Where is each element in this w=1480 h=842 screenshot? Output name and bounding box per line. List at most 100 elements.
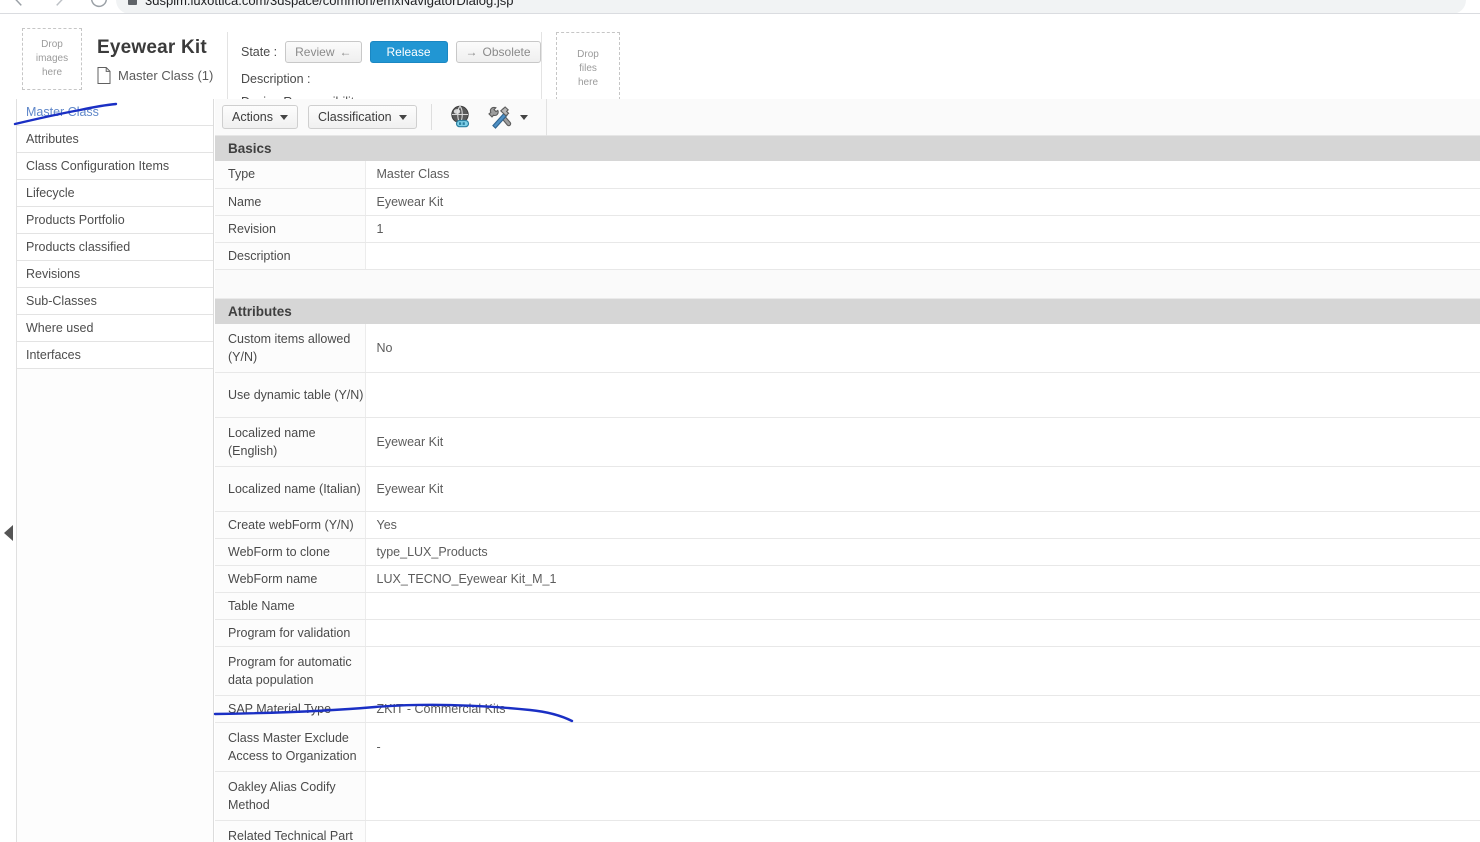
attributes-table: Custom items allowed (Y/N) No Use dynami… — [215, 323, 1480, 842]
row-label: Program for automatic data population — [215, 646, 366, 696]
state-button-release[interactable]: Release — [369, 41, 448, 63]
reload-icon[interactable] — [88, 0, 110, 10]
document-icon — [97, 67, 111, 84]
sidebar-item-label: Master Class — [26, 105, 99, 119]
actions-menu-button[interactable]: Actions — [222, 105, 298, 129]
sidebar-item-label: Interfaces — [26, 348, 81, 362]
sidebar-item-lifecycle[interactable]: Lifecycle — [17, 180, 213, 207]
basics-spacer-row — [215, 269, 1480, 299]
forward-icon[interactable] — [48, 0, 70, 10]
table-row: WebForm name LUX_TECNO_Eyewear Kit_M_1 — [215, 565, 1480, 593]
object-type-label: Master Class (1) — [118, 68, 214, 83]
toolbar-divider — [430, 104, 432, 130]
row-label: Related Technical Part Families — [215, 820, 366, 842]
row-label: Revision — [215, 215, 366, 243]
sidebar-item-products-classified[interactable]: Products classified — [17, 234, 213, 261]
object-type-line: Master Class (1) — [97, 67, 213, 84]
sidebar-collapse-handle[interactable] — [2, 523, 14, 543]
description-label: Description : — [241, 72, 311, 86]
row-value: LUX_TECNO_Eyewear Kit_M_1 — [365, 565, 1480, 593]
content-pane: Actions Classification Basics Type Maste… — [215, 98, 1480, 842]
sidebar-item-products-portfolio[interactable]: Products Portfolio — [17, 207, 213, 234]
table-row: WebForm to clone type_LUX_Products — [215, 538, 1480, 566]
section-header-attributes: Attributes — [215, 298, 1480, 324]
page-title: Eyewear Kit — [97, 37, 207, 58]
collapse-left-icon — [3, 525, 13, 541]
row-label: Table Name — [215, 592, 366, 620]
sidebar-item-label: Products Portfolio — [26, 213, 125, 227]
row-label: SAP Material Type — [215, 695, 366, 723]
row-value — [365, 372, 1480, 418]
sidebar-item-where-used[interactable]: Where used — [17, 315, 213, 342]
row-label: Use dynamic table (Y/N) — [215, 372, 366, 418]
row-label: Localized name (Italian) — [215, 466, 366, 512]
row-label: Class Master Exclude Access to Organizat… — [215, 722, 366, 772]
site-info-icon[interactable] — [128, 0, 137, 5]
sidebar-item-attributes[interactable]: Attributes — [17, 126, 213, 153]
header-divider-2 — [541, 32, 542, 106]
sidebar-item-class-configuration-items[interactable]: Class Configuration Items — [17, 153, 213, 180]
table-row: Related Technical Part Families — [215, 820, 1480, 842]
table-row: Class Master Exclude Access to Organizat… — [215, 722, 1480, 772]
sidebar: Master Class Attributes Class Configurat… — [16, 99, 214, 842]
row-label: WebForm name — [215, 565, 366, 593]
chevron-down-icon — [280, 114, 288, 120]
tools-icon — [486, 103, 516, 131]
sidebar-item-label: Lifecycle — [26, 186, 75, 200]
row-label: Name — [215, 188, 366, 216]
table-row: Program for validation — [215, 619, 1480, 647]
state-button-review[interactable]: Review ← — [285, 41, 362, 63]
row-value: - — [365, 722, 1480, 772]
state-row: State : Review ← Release → Obsolete — [241, 41, 541, 63]
row-value: Eyewear Kit — [365, 417, 1480, 467]
table-row: Program for automatic data population — [215, 646, 1480, 696]
table-row: Name Eyewear Kit — [215, 188, 1480, 216]
drop-images-zone[interactable]: Drop images here — [22, 28, 82, 90]
sidebar-item-label: Revisions — [26, 267, 81, 281]
header-divider-1 — [227, 32, 228, 106]
drop-files-zone[interactable]: Drop files here — [556, 32, 620, 105]
section-header-basics: Basics — [215, 136, 1480, 161]
row-label: WebForm to clone — [215, 538, 366, 566]
drop-files-line-3: here — [577, 76, 598, 88]
row-value — [365, 771, 1480, 821]
sidebar-item-label: Products classified — [26, 240, 131, 254]
table-row: Custom items allowed (Y/N) No — [215, 323, 1480, 373]
row-label: Custom items allowed (Y/N) — [215, 323, 366, 373]
object-header: Drop images here Eyewear Kit Master Clas… — [0, 14, 1480, 109]
back-icon[interactable] — [8, 0, 30, 10]
row-label: Oakley Alias Codify Method — [215, 771, 366, 821]
sidebar-item-sub-classes[interactable]: Sub-Classes — [17, 288, 213, 315]
sidebar-item-revisions[interactable]: Revisions — [17, 261, 213, 288]
sidebar-item-label: Where used — [26, 321, 94, 335]
drop-images-line-2: images — [35, 53, 69, 64]
sidebar-item-master-class[interactable]: Master Class — [17, 99, 213, 126]
row-value — [365, 619, 1480, 647]
classification-menu-label: Classification — [318, 110, 392, 124]
row-value: No — [365, 323, 1480, 373]
table-row: Table Name — [215, 592, 1480, 620]
row-value: Master Class — [365, 161, 1480, 189]
browser-nav-buttons — [8, 0, 110, 10]
sidebar-empty-area — [17, 369, 213, 842]
globe-link-icon[interactable] — [446, 103, 476, 131]
row-label: Localized name (English) — [215, 417, 366, 467]
sidebar-item-label: Class Configuration Items — [26, 159, 170, 173]
classification-menu-button[interactable]: Classification — [308, 105, 417, 129]
row-label: Program for validation — [215, 619, 366, 647]
table-row: Description — [215, 242, 1480, 270]
chevron-down-icon — [519, 114, 528, 120]
state-button-review-label: Review — [295, 45, 335, 59]
arrow-left-icon: ← — [339, 45, 352, 59]
row-label: Create webForm (Y/N) — [215, 511, 366, 539]
row-value — [365, 592, 1480, 620]
toolbar-divider-end — [545, 98, 547, 136]
actions-menu-label: Actions — [232, 110, 273, 124]
table-row: Oakley Alias Codify Method — [215, 771, 1480, 821]
chevron-down-icon — [398, 114, 407, 120]
state-button-obsolete[interactable]: → Obsolete — [455, 41, 541, 63]
row-value — [365, 646, 1480, 696]
address-bar[interactable]: 3dspim.luxottica.com/3dspace/common/emxN… — [116, 0, 1466, 14]
sidebar-item-interfaces[interactable]: Interfaces — [17, 342, 213, 369]
tools-menu-button[interactable] — [486, 103, 528, 131]
